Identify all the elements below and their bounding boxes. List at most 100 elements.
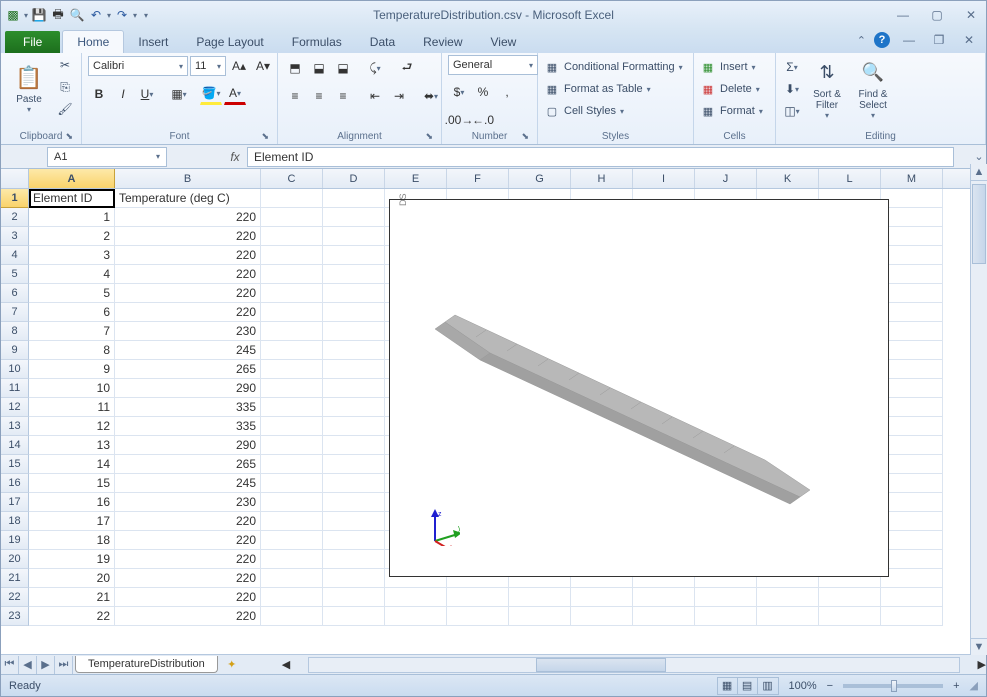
decrease-indent-icon[interactable]: ⇤ — [364, 85, 386, 107]
paste-button[interactable]: 📋 Paste ▾ — [7, 55, 51, 121]
shrink-font-icon[interactable]: A▾ — [252, 55, 274, 77]
align-left-icon[interactable]: ≡ — [284, 85, 306, 107]
cell[interactable] — [509, 588, 571, 607]
delete-cells-button[interactable]: ▦Delete ▾ — [700, 79, 760, 99]
row-header[interactable]: 16 — [1, 474, 29, 493]
row-header[interactable]: 18 — [1, 512, 29, 531]
cell[interactable] — [323, 607, 385, 626]
normal-view-icon[interactable]: ▦ — [718, 678, 738, 694]
column-header-a[interactable]: A — [29, 169, 115, 188]
cell[interactable] — [571, 588, 633, 607]
cell[interactable] — [323, 455, 385, 474]
undo-icon[interactable]: ↶ — [88, 7, 104, 23]
number-format-selector[interactable]: General▾ — [448, 55, 538, 75]
font-launcher-icon[interactable]: ⬊ — [261, 131, 269, 142]
align-middle-icon[interactable]: ⬓ — [308, 57, 330, 79]
cell[interactable]: 10 — [29, 379, 115, 398]
cell[interactable] — [819, 588, 881, 607]
sheet-nav-next-icon[interactable]: ▶ — [37, 656, 55, 674]
minimize-ribbon-icon[interactable]: ⌃ — [857, 34, 866, 47]
number-launcher-icon[interactable]: ⬊ — [521, 131, 529, 142]
page-layout-tab[interactable]: Page Layout — [182, 31, 277, 53]
italic-button[interactable]: I — [112, 83, 134, 105]
sheet-nav-prev-icon[interactable]: ◀ — [19, 656, 37, 674]
row-header[interactable]: 9 — [1, 341, 29, 360]
row-header[interactable]: 22 — [1, 588, 29, 607]
page-break-view-icon[interactable]: ▥ — [758, 678, 778, 694]
comma-icon[interactable]: , — [496, 81, 518, 103]
horizontal-scrollbar[interactable] — [308, 657, 959, 673]
cell[interactable]: 2 — [29, 227, 115, 246]
cell[interactable] — [261, 341, 323, 360]
review-tab[interactable]: Review — [409, 31, 476, 53]
cell[interactable] — [323, 284, 385, 303]
cell[interactable] — [881, 550, 943, 569]
quickprint-icon[interactable]: 🖶 — [50, 7, 66, 23]
cell[interactable] — [261, 208, 323, 227]
cell[interactable] — [757, 607, 819, 626]
cell[interactable]: 8 — [29, 341, 115, 360]
cell[interactable] — [261, 569, 323, 588]
home-tab[interactable]: Home — [62, 30, 124, 53]
wrap-text-icon[interactable]: ⮐ — [396, 57, 418, 79]
cell[interactable] — [261, 265, 323, 284]
cell[interactable]: 220 — [115, 512, 261, 531]
minimize-button[interactable]: — — [892, 7, 914, 23]
cell[interactable] — [261, 531, 323, 550]
row-header[interactable]: 7 — [1, 303, 29, 322]
font-size-selector[interactable]: 11▾ — [190, 56, 226, 76]
column-header-e[interactable]: E — [385, 169, 447, 188]
cell[interactable]: 22 — [29, 607, 115, 626]
cell[interactable]: 9 — [29, 360, 115, 379]
cell[interactable] — [385, 588, 447, 607]
cell[interactable] — [323, 341, 385, 360]
cell[interactable]: 220 — [115, 531, 261, 550]
cell[interactable]: 19 — [29, 550, 115, 569]
cell[interactable]: Element ID — [29, 189, 115, 208]
new-sheet-icon[interactable]: ✦ — [222, 657, 242, 673]
clipboard-launcher-icon[interactable]: ⬊ — [65, 131, 73, 142]
cell[interactable] — [881, 208, 943, 227]
cell[interactable] — [881, 303, 943, 322]
cell[interactable] — [323, 417, 385, 436]
name-box[interactable]: A1▾ — [47, 147, 167, 167]
cell[interactable] — [509, 607, 571, 626]
cell[interactable] — [323, 531, 385, 550]
cell[interactable]: 335 — [115, 398, 261, 417]
row-header[interactable]: 10 — [1, 360, 29, 379]
column-header-f[interactable]: F — [447, 169, 509, 188]
column-header-k[interactable]: K — [757, 169, 819, 188]
cell[interactable]: 21 — [29, 588, 115, 607]
cell[interactable] — [323, 379, 385, 398]
cell[interactable] — [881, 265, 943, 284]
cell[interactable] — [881, 455, 943, 474]
redo-icon[interactable]: ↷ — [114, 7, 130, 23]
cell[interactable]: 20 — [29, 569, 115, 588]
cell[interactable] — [695, 588, 757, 607]
excel-app-icon[interactable]: ▩ — [5, 7, 21, 23]
cell[interactable] — [323, 398, 385, 417]
cell[interactable] — [881, 360, 943, 379]
cell[interactable] — [323, 322, 385, 341]
cell[interactable] — [881, 512, 943, 531]
cell[interactable] — [881, 531, 943, 550]
row-header[interactable]: 14 — [1, 436, 29, 455]
cell[interactable] — [881, 379, 943, 398]
cell[interactable] — [261, 417, 323, 436]
cell[interactable] — [881, 607, 943, 626]
cell[interactable] — [571, 607, 633, 626]
cell[interactable] — [881, 246, 943, 265]
hscroll-thumb[interactable] — [536, 658, 666, 672]
cell[interactable] — [881, 398, 943, 417]
formulas-tab[interactable]: Formulas — [278, 31, 356, 53]
format-cells-button[interactable]: ▦Format ▾ — [700, 101, 763, 121]
print-preview-icon[interactable]: 🔍 — [69, 7, 85, 23]
cell[interactable] — [447, 607, 509, 626]
autosum-icon[interactable]: Σ▾ — [782, 57, 802, 77]
format-as-table-button[interactable]: ▦Format as Table ▾ — [544, 79, 651, 99]
cell[interactable]: 290 — [115, 379, 261, 398]
vscroll-down-icon[interactable]: ▼ — [971, 638, 987, 655]
cell[interactable]: 220 — [115, 246, 261, 265]
row-header[interactable]: 8 — [1, 322, 29, 341]
sheet-tab[interactable]: TemperatureDistribution — [75, 656, 218, 673]
